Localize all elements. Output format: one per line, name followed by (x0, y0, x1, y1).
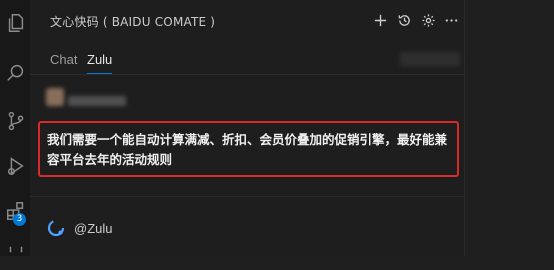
user-avatar (46, 88, 64, 106)
reply-author: @Zulu (74, 221, 113, 236)
panel-title: 文心快码 ( BAIDU COMATE ) (50, 15, 216, 29)
tab-zulu[interactable]: Zulu (87, 52, 112, 67)
editor-area (465, 0, 554, 256)
zulu-logo-icon (47, 219, 65, 237)
user-name-blurred (68, 96, 126, 106)
search-icon[interactable] (5, 62, 27, 84)
history-button[interactable] (396, 12, 412, 28)
gear-icon (421, 13, 435, 27)
settings-button[interactable] (420, 12, 436, 28)
chat-panel: 文心快码 ( BAIDU COMATE ) Chat Zulu 我们需要一个能自… (30, 0, 465, 256)
activity-bar: 3 (0, 0, 31, 256)
tab-bar: Chat Zulu (30, 44, 464, 74)
more-activity-icon[interactable] (5, 244, 27, 266)
ellipsis-icon (445, 18, 457, 22)
plus-icon (374, 14, 386, 26)
source-control-icon[interactable] (5, 110, 27, 132)
new-chat-button[interactable] (372, 12, 388, 28)
user-message-text: 我们需要一个能自动计算满减、折扣、会员价叠加的促销引擎，最好能兼容平台去年的活动… (47, 132, 448, 167)
history-icon (398, 14, 410, 26)
message-divider (30, 196, 464, 197)
more-actions-button[interactable] (443, 12, 459, 28)
run-debug-icon[interactable] (5, 155, 27, 177)
user-message-highlight: 我们需要一个能自动计算满减、折扣、会员价叠加的促销引擎，最好能兼容平台去年的活动… (38, 121, 459, 177)
extensions-badge: 3 (13, 213, 26, 226)
tabs-divider (30, 74, 464, 75)
panel-header: 文心快码 ( BAIDU COMATE ) (30, 0, 464, 40)
explorer-icon[interactable] (5, 12, 27, 34)
zulu-avatar (47, 219, 65, 237)
tab-chat[interactable]: Chat (50, 52, 77, 67)
